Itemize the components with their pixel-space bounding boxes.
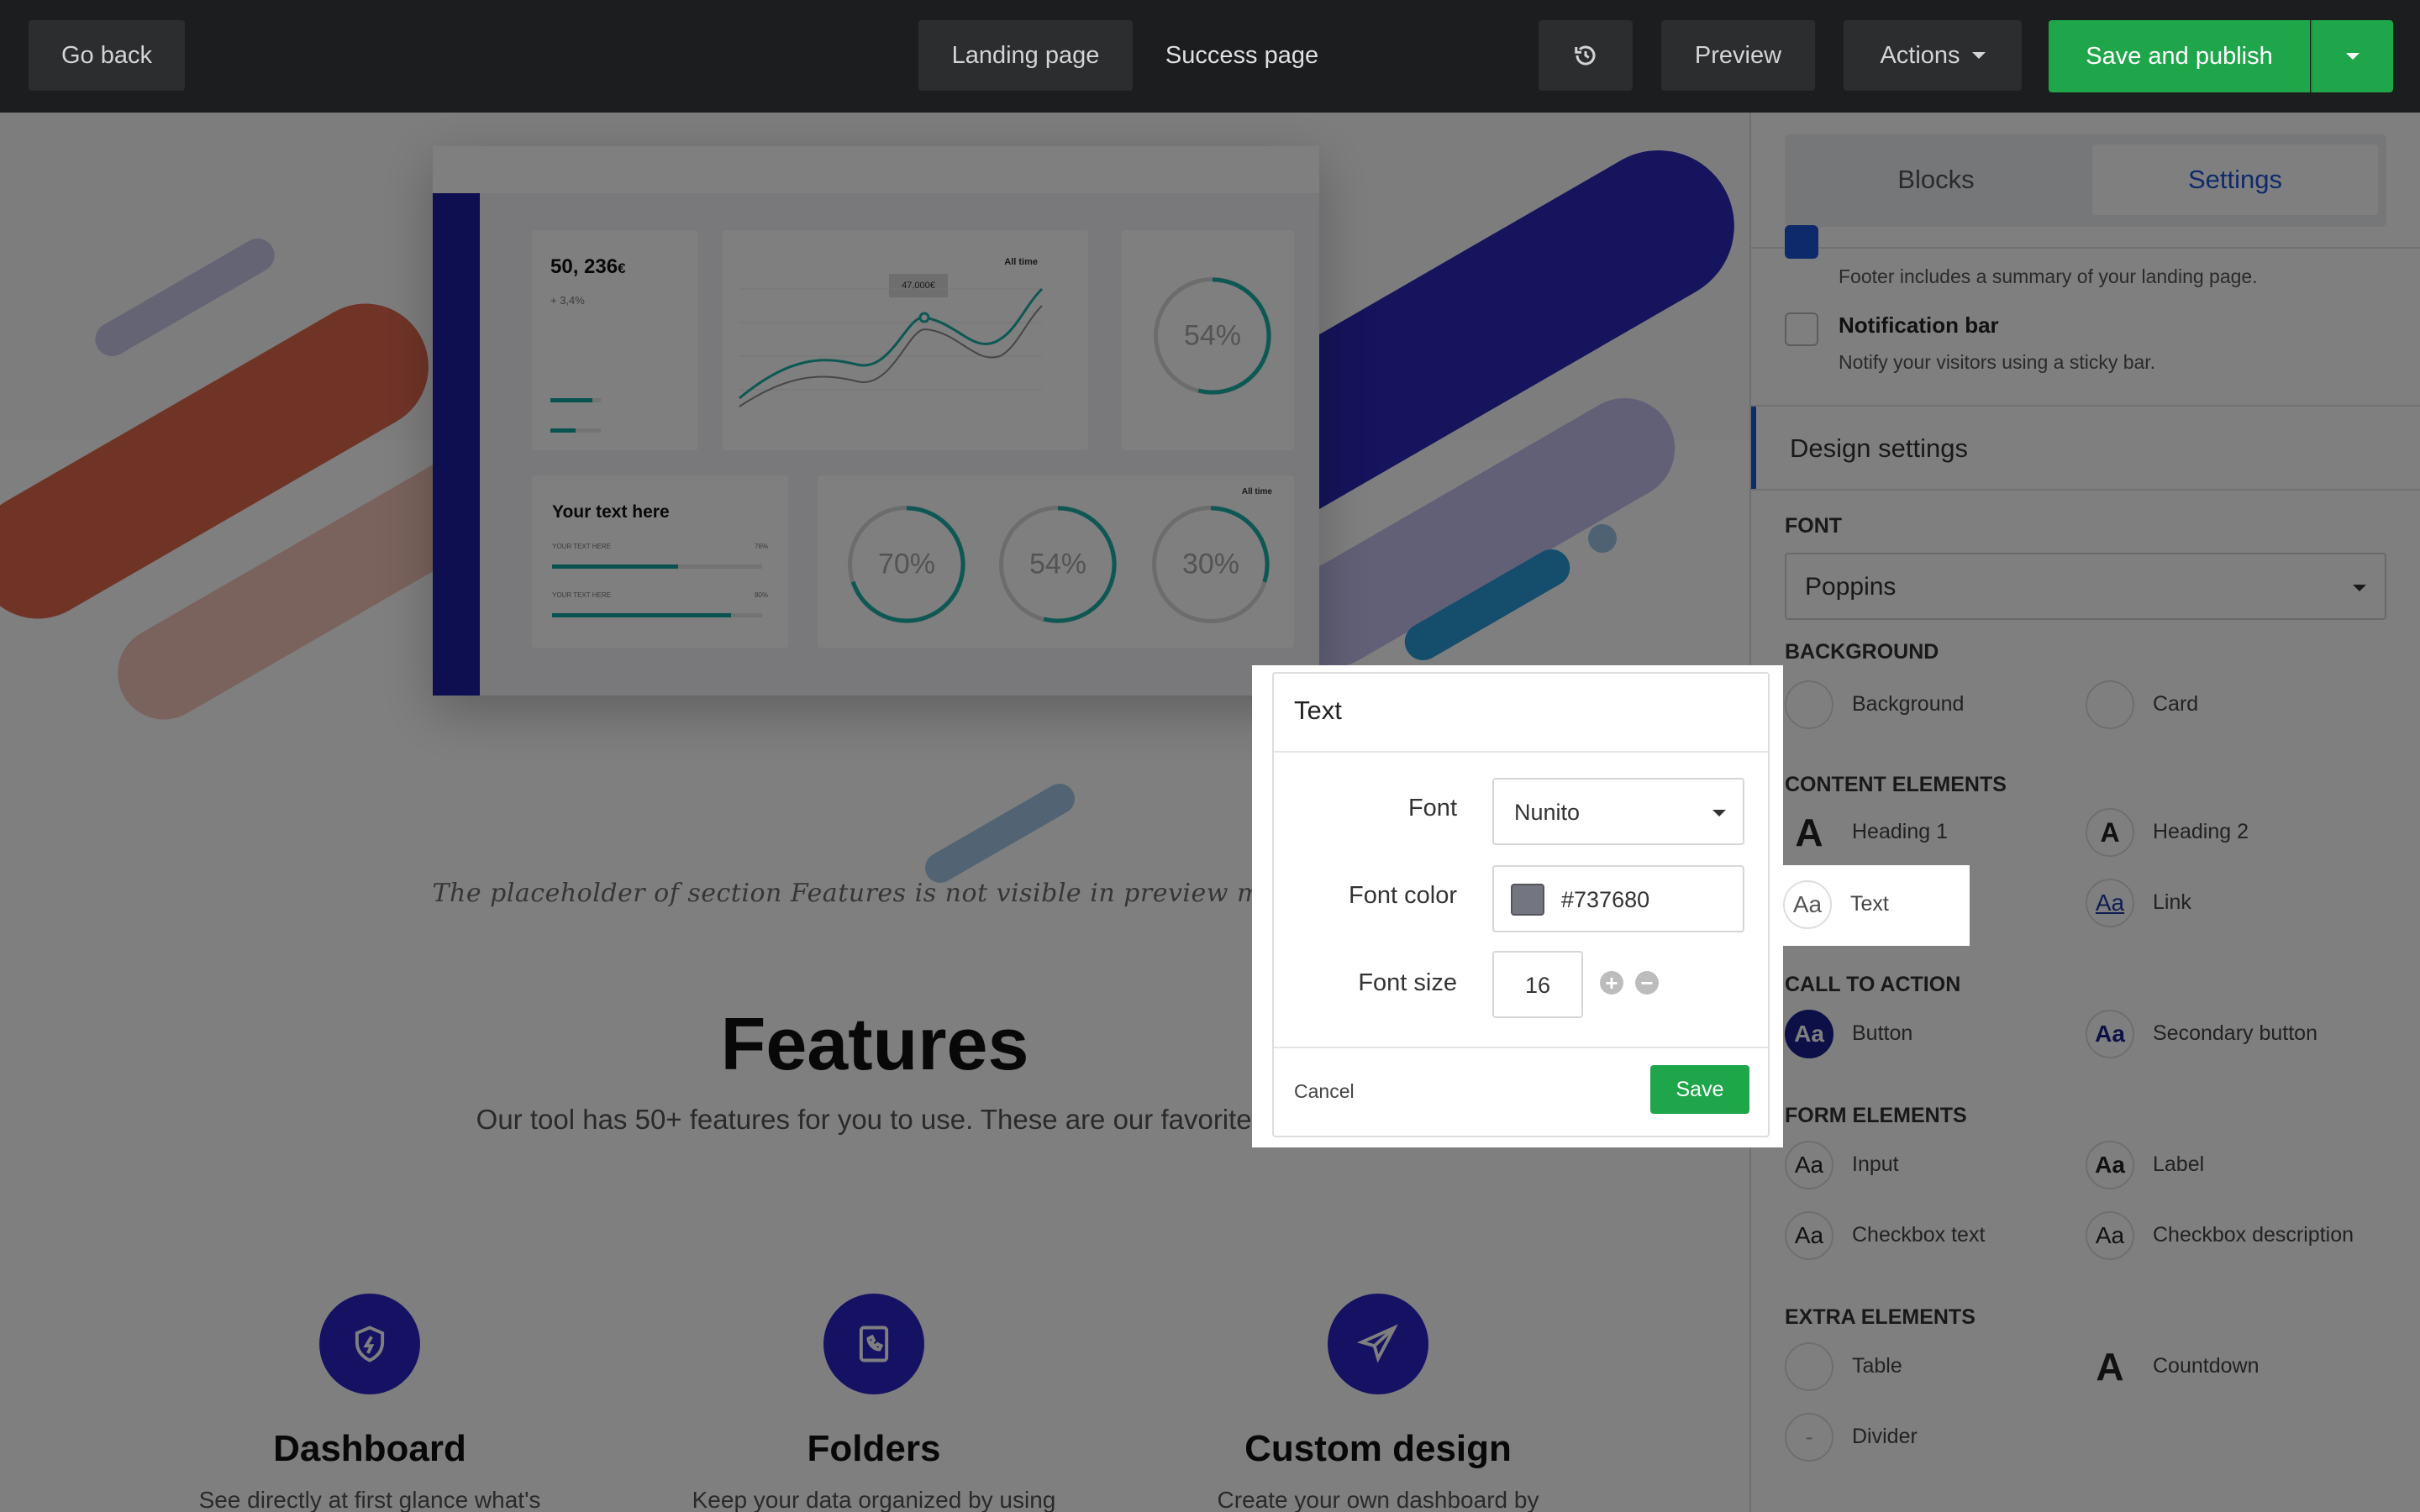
- font-select[interactable]: Nunito: [1492, 778, 1744, 845]
- font-size-label: Font size: [1358, 969, 1457, 996]
- font-color-label: Font color: [1349, 882, 1457, 909]
- top-bar: Go back Landing page Success page Previe…: [0, 0, 2420, 113]
- chevron-down-icon: [2346, 53, 2360, 60]
- divider: [1274, 1047, 1768, 1048]
- color-swatch[interactable]: [1511, 884, 1544, 916]
- text-swatch: Aa: [1783, 880, 1832, 929]
- plus-icon[interactable]: +: [1600, 971, 1623, 995]
- chevron-down-icon: [1971, 52, 1986, 59]
- publish-options-button[interactable]: [2311, 20, 2393, 92]
- text-style-modal: Text Font Nunito Font color #737680 Font…: [1272, 672, 1770, 1137]
- font-label: Font: [1407, 795, 1457, 822]
- preview-button[interactable]: Preview: [1661, 20, 1815, 91]
- actions-label: Actions: [1880, 41, 1960, 69]
- cancel-button[interactable]: Cancel: [1294, 1080, 1355, 1103]
- font-color-value: #737680: [1561, 887, 1650, 912]
- history-button[interactable]: [1539, 20, 1633, 91]
- font-color-field[interactable]: #737680: [1492, 865, 1744, 932]
- save-and-publish-button[interactable]: Save and publish: [2049, 20, 2310, 92]
- actions-dropdown[interactable]: Actions: [1844, 20, 2022, 91]
- go-back-button[interactable]: Go back: [29, 20, 185, 91]
- chevron-down-icon: [1712, 810, 1726, 816]
- divider: [1274, 751, 1768, 753]
- element-label: Text: [1850, 892, 1889, 916]
- minus-icon[interactable]: −: [1635, 971, 1659, 995]
- font-size-input[interactable]: 16: [1492, 951, 1583, 1018]
- save-button[interactable]: Save: [1650, 1065, 1749, 1114]
- font-size-value: 16: [1524, 973, 1551, 998]
- element-text-highlighted[interactable]: Aa Text: [1783, 865, 1970, 946]
- modal-title: Text: [1294, 696, 1342, 725]
- tab-landing-page[interactable]: Landing page: [918, 20, 1133, 91]
- tab-success-page[interactable]: Success page: [1136, 20, 1348, 91]
- font-select-value: Nunito: [1514, 800, 1581, 825]
- panel-backdrop[interactable]: [1749, 113, 2420, 1512]
- history-icon: [1575, 45, 1596, 66]
